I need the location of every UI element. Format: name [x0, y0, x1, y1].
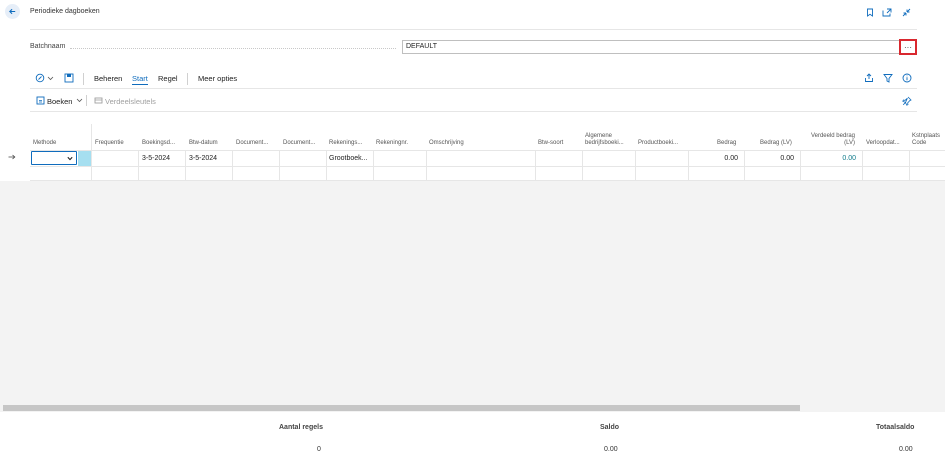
col-header-description[interactable]: Omschrijving — [429, 140, 464, 147]
col-header-gen-bus-line1: Algemene — [585, 133, 613, 139]
total-balance-label: Totaalsaldo — [876, 424, 915, 431]
grid-column-line — [91, 124, 92, 181]
balance-value: 0.00 — [604, 446, 618, 453]
share-icon[interactable] — [864, 73, 874, 85]
col-header-gen-prod-posting[interactable]: Productboeki... — [638, 140, 678, 147]
col-header-amount[interactable]: Bedrag — [717, 140, 736, 147]
grid-column-line — [800, 150, 801, 181]
grid-column-line — [279, 150, 280, 181]
subbar-divider — [30, 111, 917, 112]
selected-cell[interactable] — [78, 151, 91, 166]
method-select[interactable] — [31, 151, 77, 165]
pin-icon[interactable] — [902, 96, 912, 108]
balance-label: Saldo — [600, 424, 620, 431]
line-count-value: 0 — [317, 446, 321, 453]
edit-mode-dropdown[interactable] — [35, 73, 54, 83]
grid-column-line — [426, 150, 427, 181]
tab-line[interactable]: Regel — [158, 74, 178, 83]
tab-start[interactable]: Start — [132, 74, 148, 85]
col-header-allocated-amount[interactable]: Verdeeld bedrag (LV) — [809, 133, 855, 147]
tab-manage[interactable]: Beheren — [94, 74, 122, 83]
grid-column-line — [373, 150, 374, 181]
grid-column-line — [744, 150, 745, 181]
save-icon[interactable] — [64, 73, 74, 85]
toolbar-separator — [86, 95, 87, 106]
col-header-document-type[interactable]: Document... — [236, 140, 268, 147]
post-icon — [36, 96, 45, 107]
edit-mode-icon — [35, 73, 45, 83]
cell-amount[interactable]: 0.00 — [700, 155, 738, 162]
batch-lookup-button[interactable]: ··· — [899, 39, 917, 55]
col-header-amount-lcy[interactable]: Bedrag (LV) — [760, 140, 792, 147]
col-header-allocated-line1: Verdeeld bedrag — [810, 133, 855, 139]
journal-grid: Methode Frequentie Boekingsd... Btw-datu… — [0, 124, 945, 181]
more-options-button[interactable]: Meer opties — [198, 74, 237, 83]
col-header-frequency[interactable]: Frequentie — [95, 140, 124, 147]
col-header-vat-type[interactable]: Btw-soort — [538, 140, 563, 147]
grid-column-line — [909, 150, 910, 181]
current-row-arrow-icon — [8, 154, 16, 162]
col-header-vat-date[interactable]: Btw-datum — [189, 140, 218, 147]
col-header-allocated-line2: (LV) — [844, 140, 855, 146]
page-title: Periodieke dagboeken — [30, 8, 100, 15]
arrow-left-icon — [9, 8, 16, 15]
grid-column-line — [862, 150, 863, 181]
toolbar-separator — [83, 73, 84, 85]
line-count-label: Aantal regels — [279, 424, 323, 431]
col-header-method[interactable]: Methode — [33, 140, 56, 147]
grid-column-line — [326, 150, 327, 181]
grid-column-line — [582, 150, 583, 181]
col-header-account-type[interactable]: Rekenings... — [329, 140, 362, 147]
bookmark-icon[interactable] — [865, 7, 875, 17]
allocation-icon — [94, 96, 103, 107]
cell-posting-date[interactable]: 3-5-2024 — [142, 155, 170, 162]
batch-name-label: Batchnaam — [30, 43, 66, 50]
col-header-gen-bus-line2: bedrijfsboeki... — [585, 140, 624, 146]
post-button[interactable]: Boeken — [47, 97, 72, 106]
info-icon[interactable] — [902, 73, 912, 85]
chevron-down-icon[interactable] — [76, 97, 83, 105]
grid-column-line — [635, 150, 636, 181]
grid-column-line — [688, 150, 689, 181]
label-leader-dots — [70, 48, 396, 49]
back-button[interactable] — [5, 4, 20, 19]
col-header-document-no[interactable]: Document... — [283, 140, 315, 147]
cell-amount-lcy[interactable]: 0.00 — [756, 155, 794, 162]
collapse-icon[interactable] — [901, 7, 911, 17]
filter-icon[interactable] — [883, 73, 893, 85]
grid-column-line — [138, 150, 139, 181]
col-header-cost-center[interactable]: Kstnplaats Code — [912, 133, 940, 147]
open-new-window-icon[interactable] — [882, 7, 892, 17]
batch-name-input[interactable]: DEFAULT — [402, 40, 916, 54]
cell-vat-date[interactable]: 3-5-2024 — [189, 155, 217, 162]
total-balance-value: 0.00 — [899, 446, 913, 453]
grid-column-line — [535, 150, 536, 181]
col-header-gen-bus-posting[interactable]: Algemene bedrijfsboeki... — [585, 133, 624, 147]
toolbar-divider — [30, 88, 917, 89]
horizontal-scrollbar[interactable] — [3, 405, 800, 411]
header-divider — [30, 29, 917, 30]
grid-row-line — [30, 166, 945, 167]
cell-account-type[interactable]: Grootboek... — [329, 155, 368, 162]
toolbar-separator — [187, 73, 188, 85]
col-header-cost-line2: Code — [912, 140, 927, 146]
grid-column-line — [232, 150, 233, 181]
chevron-down-icon — [67, 156, 73, 161]
col-header-expiry-date[interactable]: Verloopdat... — [866, 140, 900, 147]
col-header-cost-line1: Kstnplaats — [912, 133, 941, 139]
chevron-down-icon — [47, 76, 54, 81]
allocation-keys-button[interactable]: Verdeelsleutels — [105, 97, 156, 106]
grid-header-line — [30, 150, 945, 151]
grid-column-line — [185, 150, 186, 181]
cell-allocated-amount[interactable]: 0.00 — [815, 155, 856, 162]
grid-empty-area — [0, 181, 945, 412]
col-header-account-no[interactable]: Rekeningnr. — [376, 140, 408, 147]
col-header-posting-date[interactable]: Boekingsd... — [142, 140, 175, 147]
